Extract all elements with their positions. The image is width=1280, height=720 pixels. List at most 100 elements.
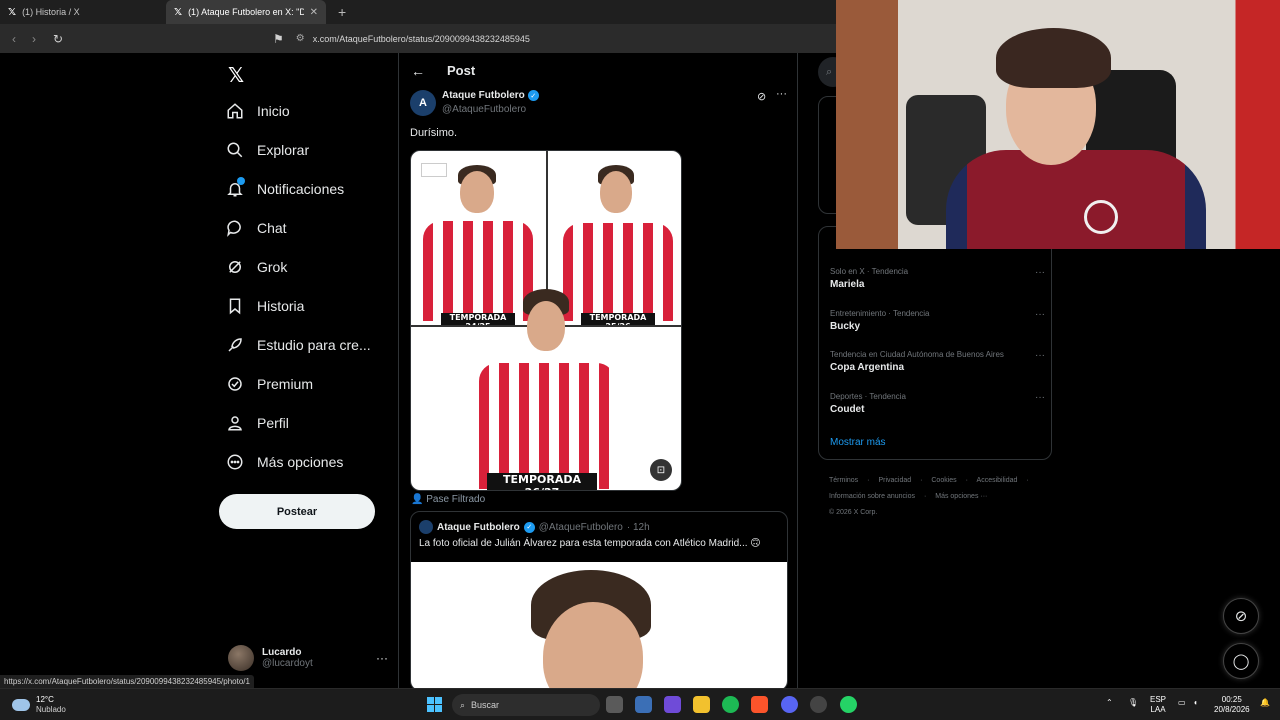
footer-link-mas-opciones[interactable]: Más opciones ··· <box>935 493 987 500</box>
nav-item-perfil[interactable]: Perfil <box>226 414 289 432</box>
trend-item[interactable]: Entretenimiento · Tendencia Bucky ··· <box>830 309 1045 332</box>
post-button[interactable]: Postear <box>219 494 375 529</box>
quoted-post-header: Ataque Futbolero ✓ @AtaqueFutbolero · 12… <box>419 520 650 534</box>
footer-separator: · <box>965 477 968 484</box>
trend-more-icon[interactable]: ··· <box>1035 350 1045 361</box>
nav-label: Chat <box>257 220 287 236</box>
site-info-icon[interactable]: ⚙ <box>296 33 305 44</box>
trend-item[interactable]: Tendencia en Ciudad Autónoma de Buenos A… <box>830 350 1045 373</box>
tray-chevron-icon[interactable]: ⌃ <box>1106 698 1113 708</box>
quoted-author-handle: @AtaqueFutbolero <box>538 521 623 533</box>
footer-link-anuncios[interactable]: Información sobre anuncios <box>829 493 915 500</box>
post-more-icon[interactable]: ··· <box>776 88 787 100</box>
x-logo-icon: 𝕏 <box>174 6 183 18</box>
post-image[interactable]: TEMPORADA 24/25 TEMPORADA 25/26 TEMPORAD… <box>410 150 682 491</box>
keyboard-layout: LAA <box>1150 705 1166 714</box>
search-icon: ⌕ <box>460 699 466 710</box>
app-icon[interactable] <box>635 696 652 713</box>
trends-panel: Solo en X · Tendencia Mariela ··· Entret… <box>818 226 1052 460</box>
footer-link-privacidad[interactable]: Privacidad <box>878 477 911 484</box>
nav-label: Historia <box>257 298 305 314</box>
account-switcher[interactable]: Lucardo @lucardoyt ··· <box>228 641 388 675</box>
forward-nav-icon[interactable]: › <box>24 32 44 46</box>
nav-item-premium[interactable]: Premium <box>226 375 313 393</box>
trend-name: Mariela <box>830 279 865 290</box>
player-head <box>460 171 494 213</box>
clock[interactable]: 00:25 20/8/2026 <box>1214 695 1250 715</box>
verified-badge-icon: ✓ <box>523 521 535 533</box>
grok-explain-icon[interactable]: ⊘ <box>757 90 766 103</box>
footer-link-cookies[interactable]: Cookies <box>931 477 956 484</box>
account-more-icon[interactable]: ··· <box>376 651 388 665</box>
webcam-person-hair <box>996 28 1111 88</box>
author-handle[interactable]: @AtaqueFutbolero <box>442 104 526 115</box>
whatsapp-icon[interactable] <box>840 696 857 713</box>
back-arrow-icon[interactable]: ← <box>411 63 425 79</box>
author-avatar[interactable]: A <box>410 90 436 116</box>
post-column: ← Post A Ataque Futbolero ✓ @AtaqueFutbo… <box>398 53 798 691</box>
nav-item-notificaciones[interactable]: Notificaciones <box>226 177 344 198</box>
clock-date: 20/8/2026 <box>1214 705 1250 714</box>
nav-item-grok[interactable]: Grok <box>226 258 287 276</box>
nav-label: Explorar <box>257 142 310 158</box>
browser-tab-historia[interactable]: 𝕏 (1) Historia / X <box>0 0 166 24</box>
task-view-icon[interactable] <box>606 696 623 713</box>
copyright: © 2026 X Corp. <box>829 509 878 516</box>
url-field[interactable]: x.com/AtaqueFutbolero/status/20900994382… <box>313 34 530 44</box>
trend-more-icon[interactable]: ··· <box>1035 267 1045 278</box>
taskbar-search[interactable]: ⌕ Buscar <box>452 694 600 716</box>
nav-label: Más opciones <box>257 454 344 470</box>
back-nav-icon[interactable]: ‹ <box>4 32 24 46</box>
trend-more-icon[interactable]: ··· <box>1035 392 1045 403</box>
microphone-icon[interactable]: 🎙 <box>1128 698 1138 708</box>
post-text: Durísimo. <box>410 127 458 139</box>
brave-browser-icon[interactable] <box>751 696 768 713</box>
grok-fab-icon[interactable]: ⊘ <box>1223 598 1259 634</box>
messages-fab-icon[interactable]: ◯ <box>1223 643 1259 679</box>
nav-label: Estudio para cre... <box>257 337 371 353</box>
weather-widget[interactable]: 12°C Nublado <box>12 695 66 715</box>
profile-handle: @lucardoyt <box>262 658 313 669</box>
nav-item-chat[interactable]: Chat <box>226 219 287 237</box>
footer-link-accesibilidad[interactable]: Accesibilidad <box>977 477 1018 484</box>
x-home-logo-icon[interactable]: 𝕏 <box>228 63 244 88</box>
nav-item-estudio[interactable]: Estudio para cre... <box>226 336 371 354</box>
new-tab-button[interactable]: + <box>338 4 346 20</box>
volume-icon[interactable]: ◖ <box>1193 698 1198 708</box>
show-more-link[interactable]: Mostrar más <box>830 437 886 448</box>
premium-icon <box>226 375 244 393</box>
file-explorer-icon[interactable] <box>693 696 710 713</box>
weather-condition: Nublado <box>36 705 66 714</box>
close-tab-icon[interactable]: ✕ <box>310 7 318 18</box>
nav-item-historia[interactable]: Historia <box>226 297 304 315</box>
network-icon[interactable]: ▭ <box>1178 698 1186 708</box>
reload-icon[interactable]: ↻ <box>48 32 68 46</box>
author-name[interactable]: Ataque Futbolero ✓ <box>442 90 539 101</box>
weather-temp: 12°C <box>36 695 54 704</box>
nav-item-mas-opciones[interactable]: Más opciones <box>226 453 343 471</box>
player-head <box>527 301 565 351</box>
quoted-image[interactable] <box>411 562 787 690</box>
nav-item-inicio[interactable]: Inicio <box>226 102 290 120</box>
spotify-icon[interactable] <box>722 696 739 713</box>
webcam-shirt-crest <box>1084 200 1118 234</box>
nav-item-explorar[interactable]: Explorar <box>226 141 309 159</box>
trend-item[interactable]: Solo en X · Tendencia Mariela ··· <box>830 267 1045 290</box>
rocket-icon <box>226 336 244 354</box>
language-indicator[interactable]: ESP LAA <box>1150 695 1166 715</box>
footer-link-terminos[interactable]: Términos <box>829 477 858 484</box>
bookmark-page-icon[interactable]: ⚑ <box>273 32 284 46</box>
obs-icon[interactable] <box>810 696 827 713</box>
trend-item[interactable]: Deportes · Tendencia Coudet ··· <box>830 392 1045 415</box>
start-button-icon[interactable] <box>427 697 442 712</box>
watermark-logo <box>421 163 447 177</box>
trend-more-icon[interactable]: ··· <box>1035 309 1045 320</box>
image-options-icon[interactable]: ⊡ <box>650 459 672 481</box>
copilot-icon[interactable] <box>664 696 681 713</box>
discord-icon[interactable] <box>781 696 798 713</box>
browser-tab-post[interactable]: 𝕏 (1) Ataque Futbolero en X: "Durí ✕ <box>166 0 326 24</box>
quoted-post[interactable]: Ataque Futbolero ✓ @AtaqueFutbolero · 12… <box>410 511 788 691</box>
footer-separator: · <box>867 477 870 484</box>
notification-center-icon[interactable]: 🔔 <box>1260 698 1270 708</box>
tab-label: (1) Historia / X <box>22 7 80 17</box>
